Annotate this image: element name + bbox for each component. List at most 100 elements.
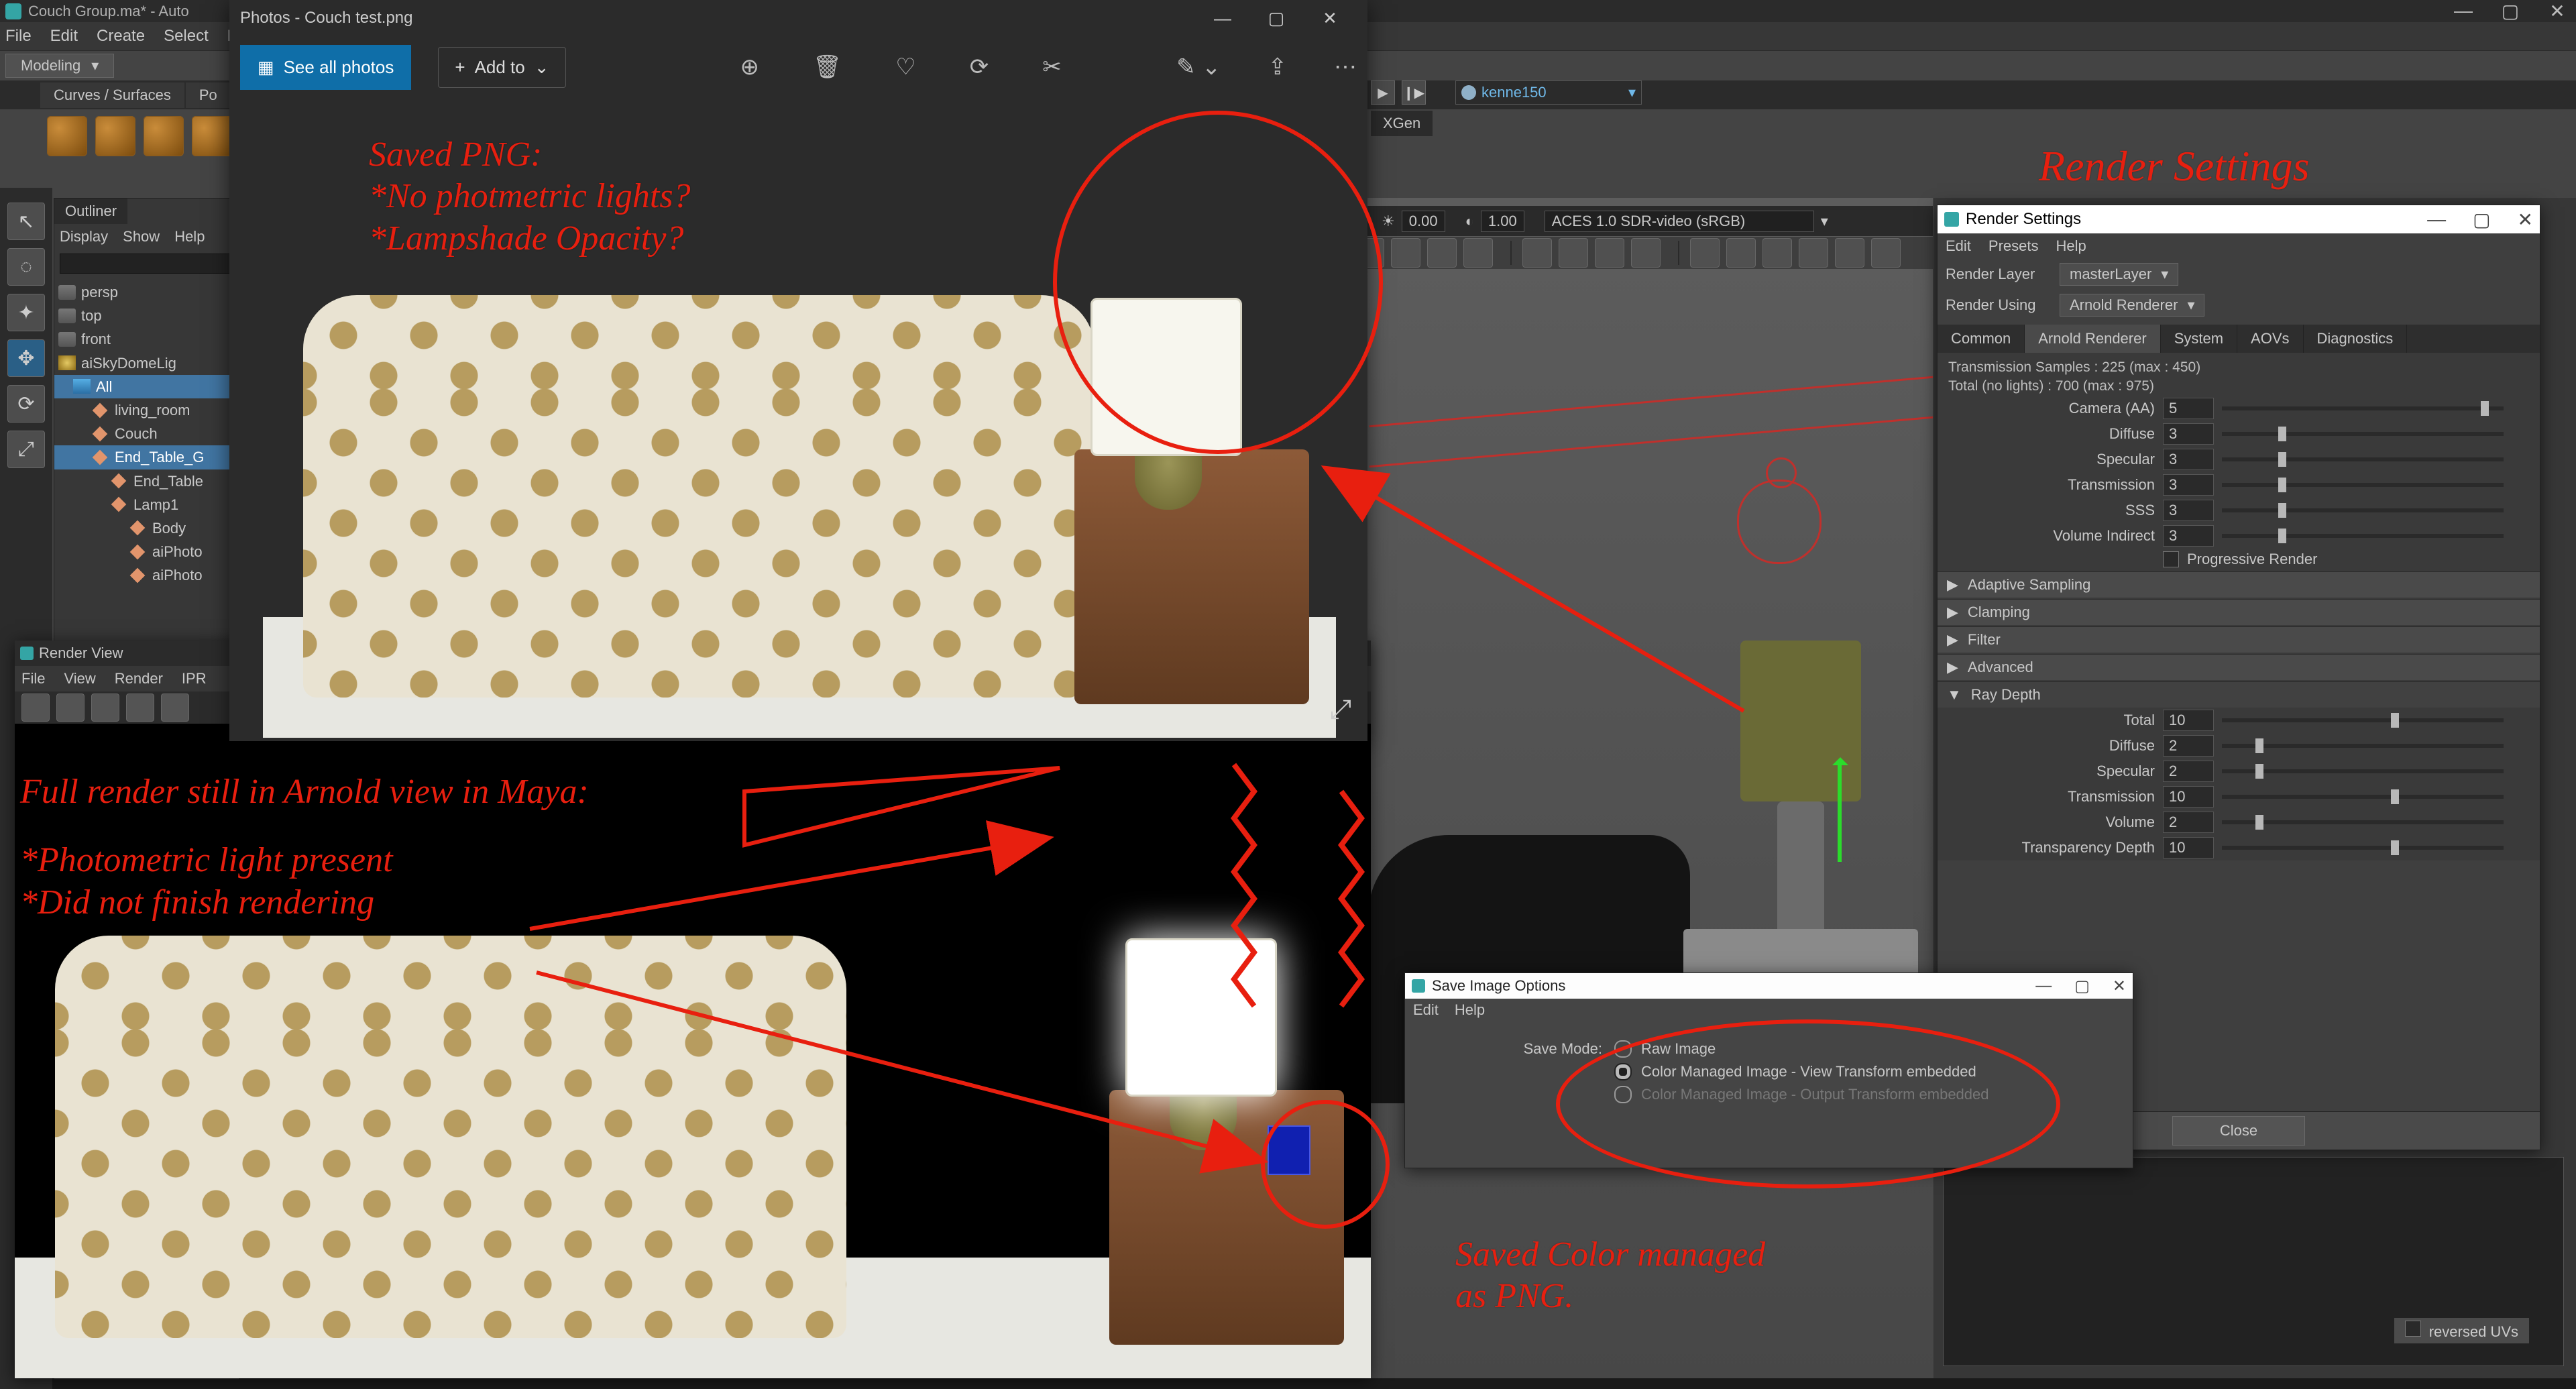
param-slider[interactable] [2222,432,2504,436]
vp-tool-icon[interactable] [1559,238,1588,268]
section-collapsed[interactable]: ▶Adaptive Sampling [1938,571,2540,598]
shelf-icon[interactable] [144,116,184,156]
share-icon[interactable]: ⇪ [1268,54,1288,80]
render-layer-select[interactable]: masterLayer▾ [2060,263,2178,286]
rs-menu-presets[interactable]: Presets [1989,237,2039,255]
param-slider[interactable] [2222,846,2504,850]
outliner-item[interactable]: Body [54,516,239,540]
step-button[interactable]: ❙▶ [1402,80,1426,105]
shelf-icon[interactable] [192,116,232,156]
vp-tool-icon[interactable] [1799,238,1828,268]
minimize-icon[interactable]: — [2450,0,2477,22]
lasso-tool[interactable]: ◌ [7,248,45,286]
param-value-input[interactable]: 10 [2163,837,2214,858]
rv-tool-icon[interactable] [161,693,189,722]
rv-menu-render[interactable]: Render [115,670,163,687]
render-region-marquee[interactable] [1269,1127,1309,1174]
outliner-menu-help[interactable]: Help [174,228,205,245]
param-value-input[interactable]: 10 [2163,710,2214,731]
delete-icon[interactable]: 🗑 [813,54,842,80]
param-value-input[interactable]: 10 [2163,786,2214,808]
rv-tool-icon[interactable] [21,693,50,722]
shelf-icon[interactable] [47,116,87,156]
photos-canvas[interactable]: ⤢ [229,101,1367,741]
rv-menu-view[interactable]: View [64,670,95,687]
minimize-icon[interactable]: — [1196,0,1249,36]
rv-menu-ipr[interactable]: IPR [182,670,207,687]
rs-tab[interactable]: System [2161,325,2237,353]
menu-edit[interactable]: Edit [50,27,78,46]
section-collapsed[interactable]: ▶Advanced [1938,654,2540,680]
maximize-icon[interactable]: ▢ [1249,0,1303,36]
rs-tab[interactable]: Common [1938,325,2025,353]
outliner-item[interactable]: aiSkyDomeLig [54,351,239,375]
si-titlebar[interactable]: Save Image Options — ▢ ✕ [1405,973,2133,999]
shelf-icon[interactable] [95,116,135,156]
shelf-tab-poly[interactable]: Po [186,82,231,108]
add-to-button[interactable]: + Add to ⌄ [438,47,565,88]
move-gizmo-y[interactable] [1838,761,1842,862]
param-value-input[interactable]: 3 [2163,474,2214,496]
vp-tool-icon[interactable] [1871,238,1901,268]
maximize-icon[interactable]: ▢ [2497,0,2524,22]
photos-titlebar[interactable]: Photos - Couch test.png — ▢ ✕ [229,0,1367,36]
exposure-field[interactable]: ☀0.00 [1382,211,1445,232]
outliner-item[interactable]: End_Table [54,469,239,493]
maximize-icon[interactable]: ▢ [2074,977,2090,996]
outliner-item[interactable]: front [54,327,239,351]
select-tool[interactable]: ↖ [7,203,45,240]
outliner-menu-show[interactable]: Show [123,228,160,245]
more-icon[interactable]: ⋯ [1334,54,1357,80]
outliner-item[interactable]: Couch [54,422,239,445]
param-slider[interactable] [2222,534,2504,538]
render-canvas[interactable] [15,724,1371,1378]
outliner-item[interactable]: living_room [54,398,239,422]
vp-tool-icon[interactable] [1835,238,1864,268]
zoom-icon[interactable]: ⊕ [740,54,760,80]
crop-icon[interactable]: ✂ [1042,54,1062,80]
rs-tab[interactable]: AOVs [2237,325,2303,353]
vp-tool-icon[interactable] [1522,238,1552,268]
reversed-uvs-toggle[interactable]: reversed UVs [2394,1318,2529,1343]
param-value-input[interactable]: 2 [2163,812,2214,833]
vp-tool-icon[interactable] [1726,238,1756,268]
close-icon[interactable]: ✕ [2518,209,2533,231]
xgen-tab[interactable]: XGen [1371,111,1433,136]
rs-tab[interactable]: Arnold Renderer [2025,325,2160,353]
param-slider[interactable] [2222,406,2504,410]
progressive-render-checkbox[interactable] [2163,551,2179,567]
render-using-select[interactable]: Arnold Renderer▾ [2060,294,2204,317]
move-tool[interactable]: ✥ [7,339,45,377]
close-icon[interactable]: ✕ [1303,0,1357,36]
rv-tool-icon[interactable] [91,693,119,722]
param-slider[interactable] [2222,744,2504,748]
outliner-item[interactable]: All [54,375,239,398]
rs-titlebar[interactable]: Render Settings — ▢ ✕ [1938,205,2540,233]
section-raydepth[interactable]: ▼Ray Depth [1938,681,2540,708]
photos-window[interactable]: Photos - Couch test.png — ▢ ✕ ▦ See all … [229,0,1367,741]
param-slider[interactable] [2222,508,2504,512]
rs-menu-help[interactable]: Help [2056,237,2086,255]
param-slider[interactable] [2222,795,2504,799]
edit-icon[interactable]: ✎ ⌄ [1176,54,1221,80]
minimize-icon[interactable]: — [2427,209,2446,231]
param-value-input[interactable]: 3 [2163,449,2214,470]
render-view-window[interactable]: Render View File View Render IPR [15,641,1371,1378]
param-value-input[interactable]: 2 [2163,735,2214,757]
see-all-photos-button[interactable]: ▦ See all photos [240,45,411,90]
save-image-options-window[interactable]: Save Image Options — ▢ ✕ Edit Help Save … [1404,973,2133,1168]
scale-tool[interactable]: ⤢ [7,431,45,468]
menuset-select[interactable]: Modeling▾ [5,54,114,78]
colorspace-select[interactable]: ACES 1.0 SDR-video (sRGB)▾ [1545,211,1828,232]
vp-tool-icon[interactable] [1631,238,1661,268]
outliner-item[interactable]: aiPhoto [54,540,239,563]
si-menu-help[interactable]: Help [1455,1001,1485,1019]
outliner-item[interactable]: Lamp1 [54,493,239,516]
outliner-item[interactable]: persp [54,280,239,304]
fullscreen-icon[interactable]: ⤢ [1330,695,1351,725]
vp-tool-icon[interactable] [1762,238,1792,268]
outliner-search-input[interactable] [60,254,233,274]
vp-tool-icon[interactable] [1690,238,1720,268]
outliner-item[interactable]: aiPhoto [54,563,239,587]
rv-tool-icon[interactable] [126,693,154,722]
